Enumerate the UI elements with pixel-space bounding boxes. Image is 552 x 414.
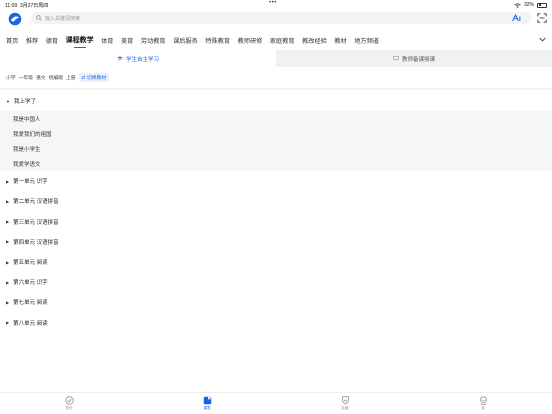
unit-header[interactable]: ▶ 第二单元 汉语拼音: [0, 191, 552, 211]
unit-header[interactable]: ▶ 第三单元 汉语拼音: [0, 212, 552, 232]
teacher-icon: [393, 56, 399, 61]
lesson-item[interactable]: 我是中国人: [0, 111, 552, 126]
tab-category-12[interactable]: 教材: [334, 36, 346, 45]
tab-category-5[interactable]: 美育: [121, 36, 133, 45]
multitask-dots[interactable]: •••: [269, 0, 277, 6]
tab-student-learning[interactable]: 学生自主学习: [0, 50, 276, 67]
unit-title: 第一单元 识字: [13, 179, 48, 186]
ai-assistant-icon[interactable]: [512, 14, 522, 22]
caret-right-icon: ▶: [6, 279, 10, 285]
unit-title: 第六单元 识字: [13, 280, 48, 287]
battery-percent: 32%: [523, 2, 534, 8]
unit-header[interactable]: ▶ 第六单元 识字: [0, 272, 552, 292]
tab-category-10[interactable]: 家庭教育: [270, 36, 295, 45]
caret-right-icon: ▶: [6, 178, 10, 184]
divider: [0, 88, 552, 90]
bottom-nav: 首页 课表 收藏 我: [0, 392, 552, 414]
nav-home[interactable]: 首页: [54, 396, 84, 411]
breadcrumb-item: 小学: [6, 76, 16, 81]
top-bar: 输入关键词搜索: [0, 9, 552, 31]
caret-right-icon: ▶: [6, 239, 10, 245]
tab-teacher-label: 教师备课授课: [401, 56, 435, 63]
lesson-item[interactable]: 我爱我们的祖国: [0, 126, 552, 141]
learning-mode-tabs: 学生自主学习 教师备课授课: [0, 50, 552, 67]
tab-student-label: 学生自主学习: [125, 56, 159, 63]
home-icon: [64, 396, 74, 405]
lesson-item[interactable]: 我是小学生: [0, 141, 552, 156]
caret-down-icon: ▼: [6, 98, 10, 104]
unit-header[interactable]: ▶ 第八单元 阅读: [0, 313, 552, 333]
unit-title: 第八单元 阅读: [13, 320, 48, 327]
tab-category-8[interactable]: 特殊教育: [205, 36, 230, 45]
tab-category-9[interactable]: 教师研修: [238, 36, 263, 45]
scan-icon[interactable]: [537, 13, 547, 23]
tab-category-2[interactable]: 德育: [46, 36, 58, 45]
unit-title: 第五单元 阅读: [13, 260, 48, 267]
caret-right-icon: ▶: [6, 259, 10, 265]
nav-favorites[interactable]: 收藏: [330, 396, 360, 411]
switch-textbook-button[interactable]: ⇄ 切换教材: [78, 73, 110, 82]
textbook-breadcrumb: 小学 一年级 语文 统编版 上册 ⇄ 切换教材: [6, 73, 110, 82]
status-bar: 11:09 3月27日周四 ••• 32%: [0, 0, 552, 9]
unit-header[interactable]: ▶ 第五单元 阅读: [0, 252, 552, 272]
status-time: 11:09 3月27日周四: [5, 3, 49, 9]
category-tabs: 首页 推荐 德育 课程教学 体育 美育 劳动教育 课后服务 特殊教育 教师研修 家庭教育 教改经验 教材…: [0, 33, 552, 48]
lesson-item[interactable]: 我爱学语文: [0, 156, 552, 171]
search-icon: [36, 15, 42, 21]
lesson-list: 我是中国人 我爱我们的祖国 我是小学生 我爱学语文: [0, 111, 552, 172]
unit-header[interactable]: ▶ 第七单元 阅读: [0, 292, 552, 312]
unit-title: 第七单元 阅读: [13, 300, 48, 307]
search-placeholder: 输入关键词搜索: [45, 15, 81, 22]
breadcrumb-item: 一年级: [18, 76, 34, 81]
caret-right-icon: ▶: [6, 219, 10, 225]
unit-title: 第四单元 汉语拼音: [13, 239, 59, 246]
breadcrumb-item: 上册: [66, 76, 76, 81]
caret-right-icon: ▶: [6, 320, 10, 326]
wifi-icon: [514, 2, 521, 8]
breadcrumb-item: 语文: [36, 76, 46, 81]
student-icon: [117, 56, 123, 61]
courses-icon: [203, 396, 211, 405]
tab-category-4[interactable]: 体育: [101, 36, 113, 45]
chevron-down-icon[interactable]: [539, 36, 546, 43]
unit-header[interactable]: ▼ 我上学了: [0, 91, 552, 111]
unit-header[interactable]: ▶ 第一单元 识字: [0, 171, 552, 191]
battery-icon: [537, 2, 547, 8]
unit-title: 第二单元 汉语拼音: [13, 199, 59, 206]
app-logo-icon[interactable]: [8, 12, 22, 26]
tab-category-0[interactable]: 首页: [6, 36, 18, 45]
nav-courses[interactable]: 课表: [192, 396, 222, 411]
tab-category-6[interactable]: 劳动教育: [141, 36, 166, 45]
tab-teacher-lesson[interactable]: 教师备课授课: [276, 50, 552, 67]
tab-category-1[interactable]: 推荐: [26, 36, 38, 45]
nav-profile[interactable]: 我: [468, 396, 498, 411]
unit-title: 第三单元 汉语拼音: [13, 219, 59, 226]
tab-category-7[interactable]: 课后服务: [173, 36, 198, 45]
caret-right-icon: ▶: [6, 299, 10, 305]
profile-icon: [479, 396, 487, 405]
unit-list: ▼ 我上学了 我是中国人 我爱我们的祖国 我是小学生 我爱学语文 ▶ 第一单元 识字 ▶ 第二单元…: [0, 91, 552, 333]
favorites-icon: [341, 396, 349, 405]
breadcrumb-item: 统编版: [48, 76, 64, 81]
tab-category-13[interactable]: 地方频道: [354, 36, 379, 45]
caret-right-icon: ▶: [6, 198, 10, 204]
unit-header[interactable]: ▶ 第四单元 汉语拼音: [0, 232, 552, 252]
status-right: 32%: [514, 2, 547, 8]
tab-category-3[interactable]: 课程教学: [66, 35, 94, 48]
switch-icon: ⇄: [81, 76, 86, 81]
unit-title: 我上学了: [13, 99, 36, 106]
tab-category-11[interactable]: 教改经验: [302, 36, 327, 45]
search-bar[interactable]: 输入关键词搜索: [31, 12, 531, 24]
